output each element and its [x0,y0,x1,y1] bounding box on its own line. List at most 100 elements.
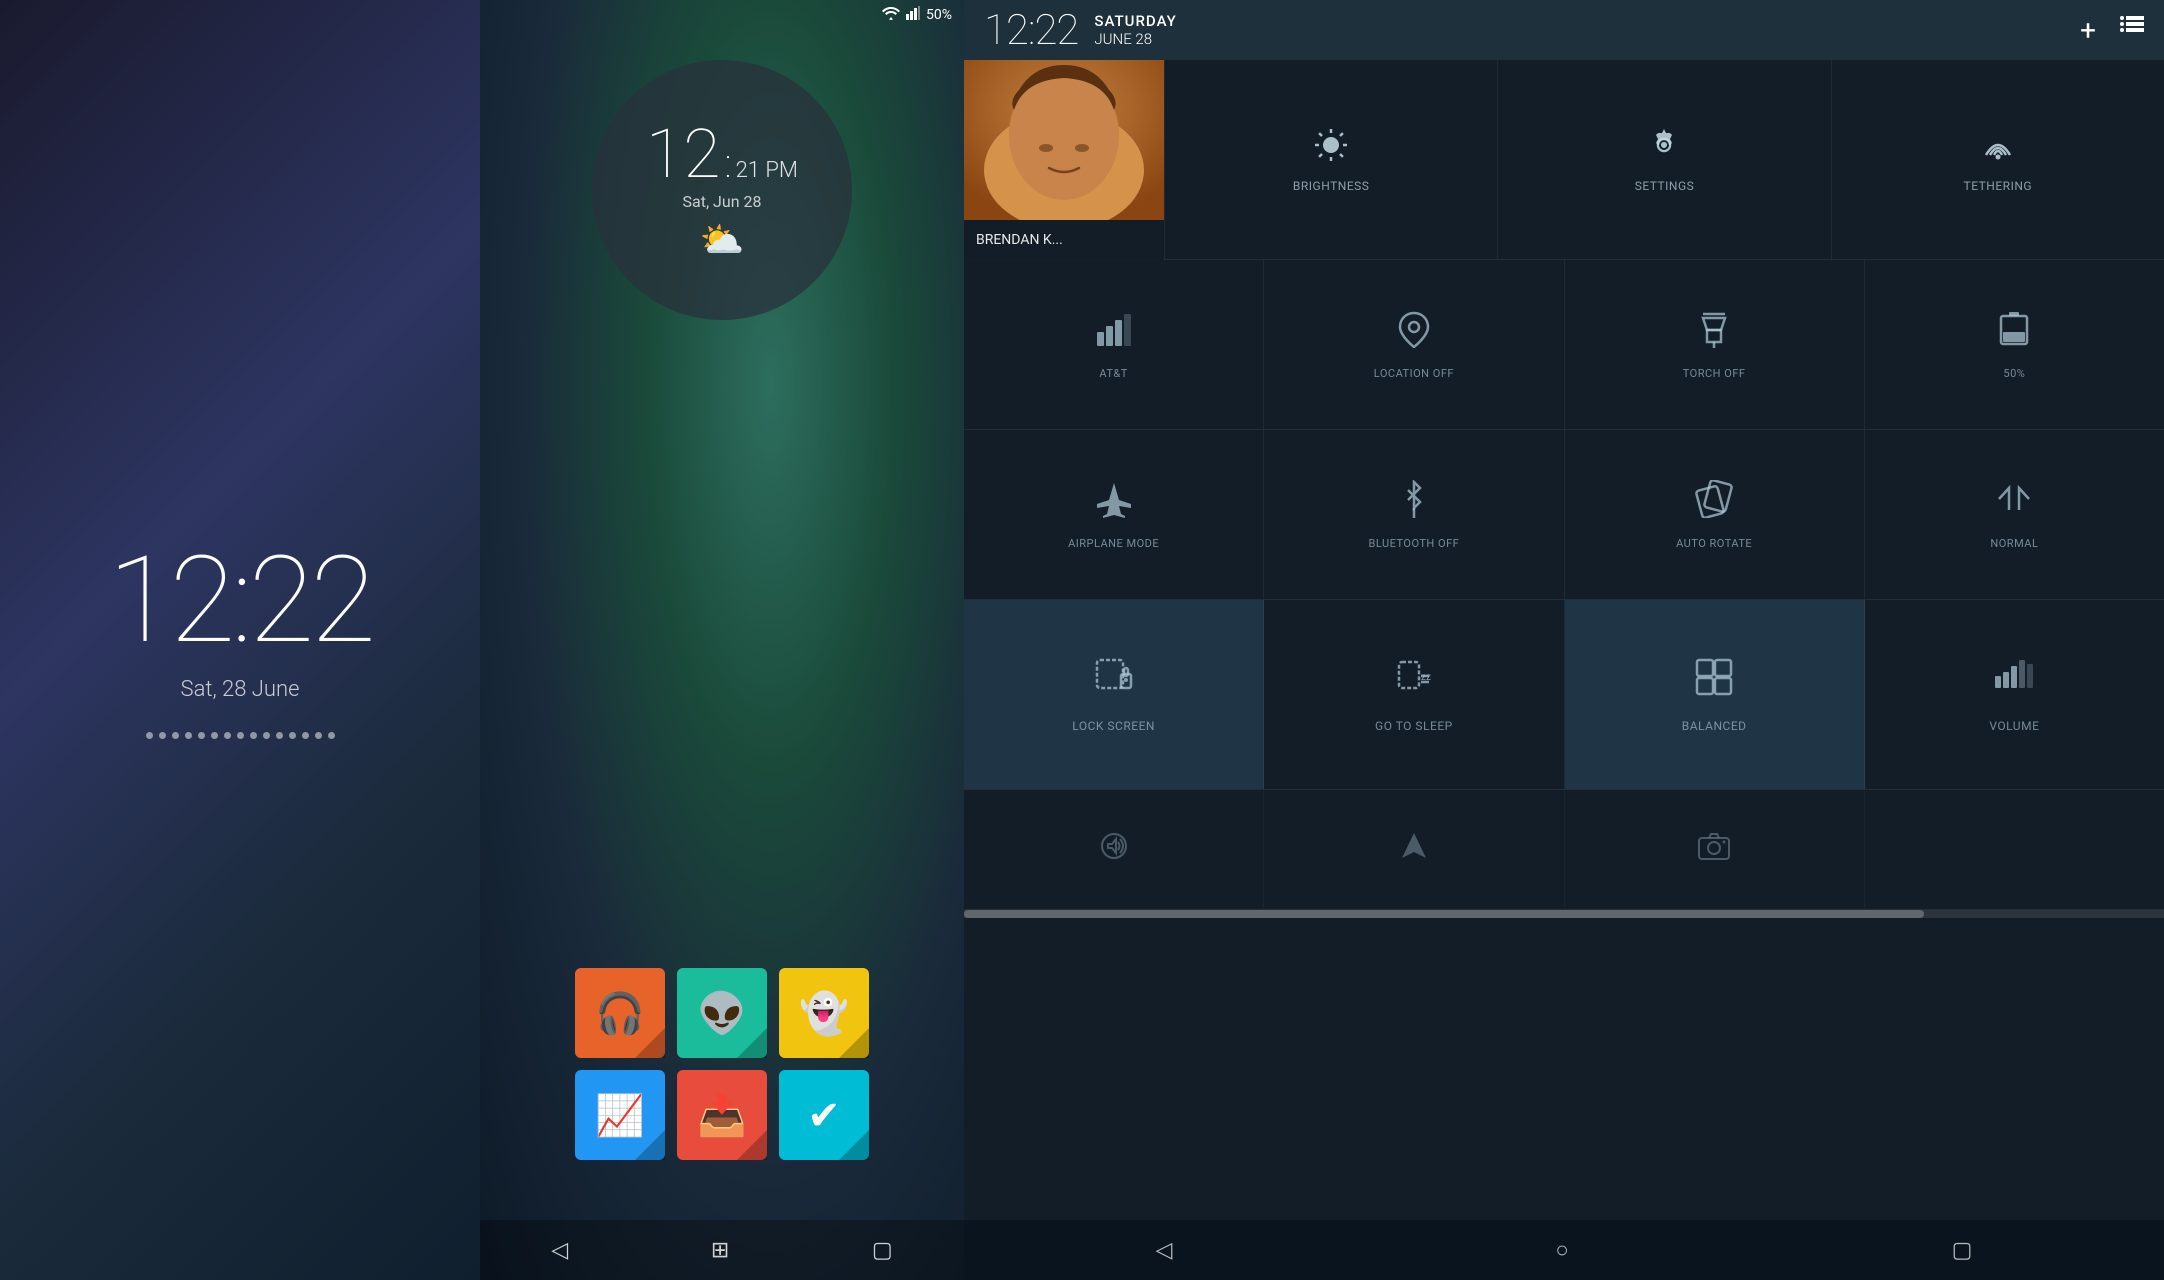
torch-off-icon [1699,310,1729,357]
lock-dot-13 [302,732,309,739]
location-off-icon [1396,310,1432,357]
status-icons: 50% [882,6,952,24]
volume-icon [1993,656,2035,709]
brightness-label: BRIGHTNESS [1293,179,1370,193]
widget-weather: ⛅ [700,219,745,261]
notif-nav-bar: ◁ ○ ▢ [964,1220,2164,1280]
volume-tile[interactable]: VOLUME [1865,600,2164,789]
home-button[interactable]: ⊞ [711,1238,729,1263]
lock-screen-date: Sat, 28 June [181,677,300,702]
battery-label: 50% [2003,367,2025,380]
signal-icon [906,6,920,24]
lock-dot-1 [146,732,153,739]
speaker-icon [1098,830,1130,870]
att-icon [1095,310,1133,357]
notif-row5 [964,790,2164,910]
widget-hour: 12 [646,120,720,188]
home-status-bar: 50% [480,0,964,30]
lock-dot-14 [315,732,322,739]
lock-screen-label: LOCK SCREEN [1072,719,1155,733]
camera-icon [1698,831,1730,869]
lock-dot-11 [276,732,283,739]
icon2-tile[interactable] [1264,790,1564,909]
app-podcast[interactable]: 🎧 [575,968,665,1058]
notification-header: 12:22 SATURDAY JUNE 28 + [964,0,2164,60]
back-button[interactable]: ◁ [551,1238,568,1263]
menu-icon[interactable] [2120,14,2144,47]
notif-row3: AIRPLANE MODE BLUETOOTH OFF [964,430,2164,600]
balanced-label: BALANCED [1682,719,1747,733]
lock-dot-3 [172,732,179,739]
settings-icon [1646,127,1682,171]
app-finance[interactable]: 📈 [575,1070,665,1160]
app-snapchat[interactable]: 👻 [779,968,869,1058]
tethering-label: TETHERING [1964,179,2033,193]
icon1-tile[interactable] [964,790,1264,909]
recents-button[interactable]: ▢ [872,1238,893,1263]
location-off-tile[interactable]: LOCATION OFF [1264,260,1564,429]
notif-row1: BRENDAN K... [964,60,2164,260]
lock-dot-5 [198,732,205,739]
notif-recents-button[interactable]: ▢ [1928,1230,1997,1271]
torch-off-tile[interactable]: TORCH OFF [1565,260,1865,429]
navigation-icon [1398,830,1430,870]
notif-tiles-container: BRENDAN K... [964,60,2164,1220]
normal-icon [1995,480,2033,527]
att-tile[interactable]: AT&T [964,260,1264,429]
add-icon[interactable]: + [2080,14,2096,47]
bluetooth-off-label: BLUETOOTH OFF [1368,537,1459,550]
lock-dot-4 [185,732,192,739]
battery-icon [1999,310,2029,357]
settings-label: SETTINGS [1635,179,1695,193]
bluetooth-off-icon [1400,480,1428,527]
airplane-mode-label: AIRPLANE MODE [1068,537,1159,550]
lock-dot-8 [237,732,244,739]
lock-dot-10 [263,732,270,739]
balanced-tile[interactable]: BALANCED [1565,600,1865,789]
widget-ampm: 21 PM [736,160,798,182]
brightness-icon [1313,127,1349,171]
icon3-tile[interactable] [1565,790,1865,909]
notif-header-icons: + [2080,14,2144,47]
lock-screen-tile[interactable]: LOCK SCREEN [964,600,1264,789]
lock-dot-2 [159,732,166,739]
balanced-icon [1693,656,1735,709]
notif-fulldate: JUNE 28 [1094,30,1176,48]
notif-date-block: SATURDAY JUNE 28 [1094,12,1176,48]
auto-rotate-label: AUTO ROTATE [1676,537,1752,550]
tethering-tile[interactable]: TETHERING [1831,60,2164,259]
app-reddit[interactable]: 👽 [677,968,767,1058]
go-to-sleep-icon: zz [1393,656,1435,709]
go-to-sleep-tile[interactable]: zz GO TO SLEEP [1264,600,1564,789]
profile-tile[interactable]: BRENDAN K... [964,60,1164,260]
app-grid: 🎧 👽 👻 📈 📥 ✔ [575,968,869,1160]
app-pocket[interactable]: 📥 [677,1070,767,1160]
lock-screen-panel: 12:22 Sat, 28 June [0,0,480,1280]
lock-dot-15 [328,732,335,739]
quick-tiles: BRIGHTNESS SETTINGS [1164,60,2164,259]
notif-home-button[interactable]: ○ [1531,1229,1592,1271]
normal-tile[interactable]: NORMAL [1865,430,2164,599]
volume-label: VOLUME [1989,719,2039,733]
widget-time: 12 : 21 PM [646,120,798,188]
auto-rotate-tile[interactable]: AUTO ROTATE [1565,430,1865,599]
brightness-tile[interactable]: BRIGHTNESS [1164,60,1497,259]
bluetooth-off-tile[interactable]: BLUETOOTH OFF [1264,430,1564,599]
notif-row4: LOCK SCREEN zz GO TO SLEEP [964,600,2164,790]
att-label: AT&T [1099,367,1127,380]
battery-tile[interactable]: 50% [1865,260,2164,429]
notif-back-button[interactable]: ◁ [1131,1230,1196,1271]
app-checklist[interactable]: ✔ [779,1070,869,1160]
torch-off-label: TORCH OFF [1683,367,1746,380]
normal-label: NORMAL [1990,537,2038,550]
tethering-icon [1980,127,2016,171]
location-off-label: LOCATION OFF [1374,367,1454,380]
settings-tile[interactable]: SETTINGS [1497,60,1830,259]
widget-date: Sat, Jun 28 [683,192,762,211]
profile-image [964,60,1164,220]
airplane-mode-tile[interactable]: AIRPLANE MODE [964,430,1264,599]
notif-row2: AT&T LOCATION OFF [964,260,2164,430]
scroll-indicator[interactable] [964,910,2164,918]
home-screen-panel: 50% 12 : 21 PM Sat, Jun 28 ⛅ 🎧 👽 👻 📈 📥 ✔… [480,0,964,1280]
lock-screen-dots [146,732,335,739]
